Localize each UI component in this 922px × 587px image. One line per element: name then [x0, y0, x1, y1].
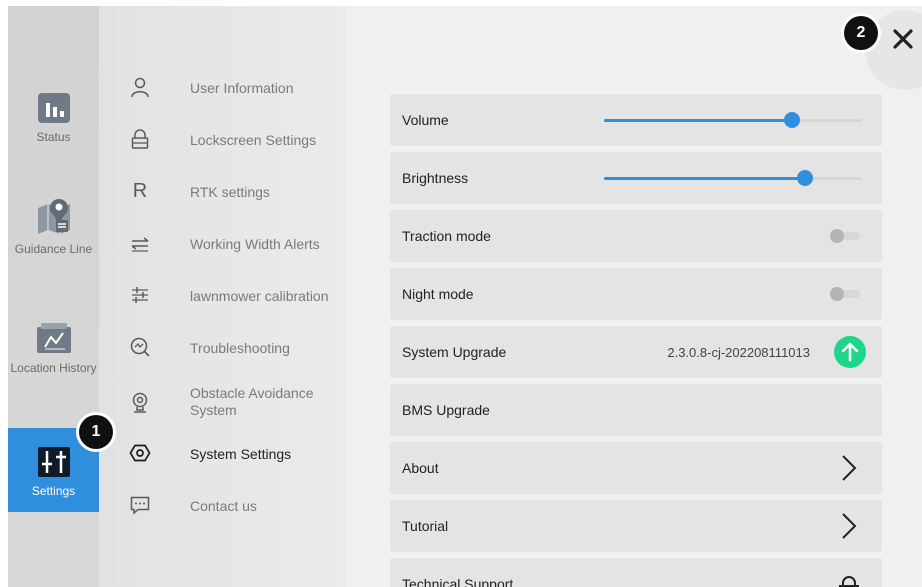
- menu-item-label: Working Width Alerts: [190, 235, 320, 252]
- width-arrows-icon: [129, 232, 151, 254]
- map-pin-icon: [37, 199, 70, 234]
- troubleshoot-search-icon: [129, 336, 151, 358]
- bms-upgrade-label: BMS Upgrade: [402, 402, 490, 418]
- brightness-slider-fill: [604, 177, 806, 180]
- system-upgrade-label: System Upgrade: [402, 344, 507, 360]
- menu-item-troubleshooting[interactable]: Troubleshooting: [99, 326, 346, 370]
- menu-item-user-information[interactable]: User Information: [99, 66, 346, 110]
- menu-item-working-width-alerts[interactable]: Working Width Alerts: [99, 222, 346, 266]
- menu-item-label: Obstacle Avoidance System: [190, 385, 314, 418]
- brightness-label: Brightness: [402, 170, 469, 186]
- app-frame: Status Guidance Line Location History Se…: [8, 6, 922, 587]
- menu-item-label: RTK settings: [190, 183, 270, 200]
- nav-item-guidance-line[interactable]: Guidance Line: [8, 194, 99, 284]
- nav-item-location-history[interactable]: Location History: [8, 321, 99, 401]
- about-label: About: [402, 460, 439, 476]
- step-badge-1: 1: [79, 415, 113, 449]
- brightness-row: Brightness: [390, 152, 882, 204]
- hexagon-gear-icon: [129, 442, 151, 464]
- bar-chart-icon: [37, 93, 70, 123]
- technical-support-row[interactable]: Technical Support: [390, 558, 882, 587]
- chevron-right-icon: [842, 455, 857, 481]
- menu-item-label: Lockscreen Settings: [190, 131, 317, 148]
- night-mode-row: Night mode: [390, 268, 882, 320]
- menu-item-lockscreen-settings[interactable]: Lockscreen Settings: [99, 118, 346, 162]
- traction-mode-row: Traction mode: [390, 210, 882, 262]
- volume-slider-knob[interactable]: [784, 112, 801, 128]
- traction-mode-label: Traction mode: [402, 228, 491, 244]
- upgrade-arrow-icon[interactable]: [834, 336, 866, 368]
- night-mode-toggle[interactable]: [830, 287, 862, 301]
- menu-item-label: Troubleshooting: [190, 339, 290, 356]
- close-icon[interactable]: [890, 26, 916, 52]
- menu-item-lawnmower-calibration[interactable]: lawnmower calibration: [99, 274, 346, 318]
- main-nav-rail: Status Guidance Line Location History Se…: [8, 6, 99, 587]
- step-badge-2: 2: [844, 16, 878, 50]
- settings-panel: Volume Brightness Traction mode Night mo…: [346, 6, 922, 587]
- menu-item-label: User Information: [190, 79, 294, 96]
- system-version: 2.3.0.8-cj-202208111013: [667, 344, 810, 360]
- menu-item-label: lawnmower calibration: [190, 287, 329, 304]
- system-upgrade-row: System Upgrade 2.3.0.8-cj-202208111013: [390, 326, 882, 378]
- support-icon: [839, 576, 859, 587]
- tutorial-row[interactable]: Tutorial: [390, 500, 882, 552]
- nav-item-label: Location History: [10, 361, 97, 375]
- traction-mode-toggle[interactable]: [830, 229, 862, 243]
- tutorial-label: Tutorial: [402, 518, 449, 534]
- nav-item-label: Status: [36, 130, 71, 144]
- menu-item-label: System Settings: [190, 445, 292, 462]
- menu-item-contact-us[interactable]: Contact us: [99, 484, 346, 528]
- menu-item-obstacle-avoidance-system[interactable]: Obstacle Avoidance System: [99, 380, 346, 424]
- menu-item-system-settings[interactable]: System Settings: [99, 432, 346, 476]
- brightness-slider[interactable]: [604, 170, 862, 186]
- chevron-right-icon: [842, 513, 857, 539]
- rtk-r-icon: R: [132, 180, 148, 202]
- technical-support-label: Technical Support: [402, 576, 514, 587]
- nav-item-label: Settings: [31, 484, 76, 498]
- nav-item-status[interactable]: Status: [8, 92, 99, 162]
- settings-sliders-icon: [37, 447, 70, 477]
- volume-slider[interactable]: [604, 112, 862, 128]
- about-row[interactable]: About: [390, 442, 882, 494]
- nav-item-label: Guidance Line: [14, 242, 93, 256]
- night-mode-label: Night mode: [402, 286, 474, 302]
- brightness-slider-knob[interactable]: [797, 170, 814, 186]
- lock-icon: [129, 128, 151, 150]
- settings-submenu: User Information Lockscreen Settings R R…: [99, 6, 346, 587]
- volume-slider-fill: [604, 119, 793, 122]
- calibration-sliders-icon: [129, 284, 151, 306]
- chat-bubble-icon: [129, 494, 151, 516]
- volume-row: Volume: [390, 94, 882, 146]
- history-chart-icon: [36, 323, 71, 353]
- menu-item-label: Contact us: [190, 497, 257, 514]
- user-icon: [129, 76, 151, 98]
- volume-label: Volume: [402, 112, 449, 128]
- obstacle-sensor-icon: [129, 392, 151, 414]
- bms-upgrade-row[interactable]: BMS Upgrade: [390, 384, 882, 436]
- menu-item-rtk-settings[interactable]: R RTK settings: [99, 170, 346, 214]
